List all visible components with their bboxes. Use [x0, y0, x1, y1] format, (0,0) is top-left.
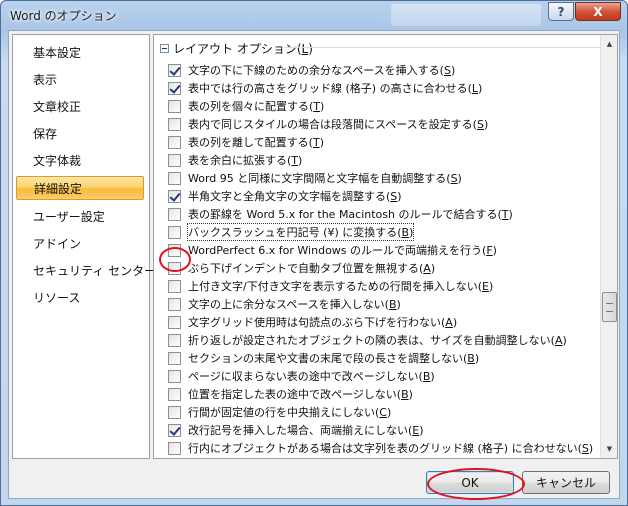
- background-window-glimpse: [391, 4, 541, 26]
- checkbox[interactable]: [168, 99, 181, 113]
- option-row[interactable]: 半角文字と全角文字の文字幅を調整する(S): [168, 187, 402, 205]
- checkbox-checked[interactable]: [168, 423, 181, 437]
- option-row[interactable]: 文字グリッド使用時は句読点のぶら下げを行わない(A): [168, 313, 457, 331]
- option-label: セクションの末尾や文書の末尾で段の長さを調整しない(B): [188, 352, 480, 365]
- checkbox[interactable]: [168, 441, 181, 455]
- checkbox[interactable]: [168, 369, 181, 383]
- options-panel: レイアウト オプション(L) 文字の下に下線のための余分なスペースを挿入する(S…: [153, 34, 618, 459]
- checkbox[interactable]: [168, 351, 181, 365]
- section-header-layout[interactable]: レイアウト オプション(L): [160, 39, 313, 57]
- checkbox[interactable]: [168, 207, 181, 221]
- option-label: ぶら下げインデントで自動タブ位置を無視する(A): [188, 262, 436, 275]
- vertical-scrollbar[interactable]: ▲ ▼: [600, 35, 617, 458]
- option-row[interactable]: 表の列を離して配置する(T): [168, 133, 324, 151]
- checkbox[interactable]: [168, 279, 181, 293]
- scroll-thumb[interactable]: [602, 292, 617, 322]
- annotation-circle-ok: [427, 468, 525, 500]
- option-row[interactable]: ぶら下げインデントで自動タブ位置を無視する(A): [168, 259, 435, 277]
- option-row[interactable]: 表の罫線を Word 5.x for the Macintosh のルールで結合…: [168, 205, 513, 223]
- option-label: 改行記号を挿入した場合、両端揃えにしない(E): [188, 424, 424, 437]
- option-row[interactable]: 文字の上に余分なスペースを挿入しない(B): [168, 295, 401, 313]
- option-row[interactable]: 折り返しが設定されたオブジェクトの隣の表は、サイズを自動調整しない(A): [168, 331, 567, 349]
- option-row[interactable]: 上付き文字/下付き文字を表示するための行間を挿入しない(E): [168, 277, 493, 295]
- option-label: 半角文字と全角文字の文字幅を調整する(S): [188, 190, 402, 203]
- option-label: 表を余白に拡張する(T): [188, 154, 303, 167]
- option-label: WordPerfect 6.x for Windows のルールで両端揃えを行う…: [188, 244, 497, 257]
- checkbox[interactable]: [168, 225, 181, 239]
- title-bar[interactable]: Word のオプション ? X: [1, 1, 627, 29]
- option-label: 位置を指定した表の途中で改ページしない(B): [188, 388, 413, 401]
- option-label: 表の列を個々に配置する(T): [188, 100, 325, 113]
- checkbox[interactable]: [168, 387, 181, 401]
- nav-item-typography[interactable]: 文字体裁: [17, 149, 143, 173]
- checkbox[interactable]: [168, 405, 181, 419]
- option-row[interactable]: 行間が固定値の行を中央揃えにしない(C): [168, 403, 391, 421]
- nav-item-addins[interactable]: アドイン: [17, 232, 143, 256]
- dialog-body: 基本設定 表示 文章校正 保存 文字体裁 詳細設定 ユーザー設定 アドイン セキ…: [8, 30, 620, 500]
- option-row[interactable]: 行内にオブジェクトがある場合は文字列を表のグリッド線 (格子) に合わせない(S…: [168, 439, 593, 457]
- nav-item-display[interactable]: 表示: [17, 68, 143, 92]
- option-label: 行内にオブジェクトがある場合は文字列を表のグリッド線 (格子) に合わせない(S…: [188, 442, 594, 455]
- option-row[interactable]: 表中では行の高さをグリッド線 (格子) の高さに合わせる(L): [168, 79, 482, 97]
- nav-item-trust-center[interactable]: セキュリティ センター: [17, 259, 156, 283]
- option-label: 文字の上に余分なスペースを挿入しない(B): [188, 298, 401, 311]
- annotation-circle-checkbox: [159, 247, 191, 272]
- nav-item-resources[interactable]: リソース: [17, 286, 143, 310]
- checkbox[interactable]: [168, 153, 181, 167]
- option-row[interactable]: WordPerfect 6.x for Windows のルールで両端揃えを行う…: [168, 241, 497, 259]
- option-row[interactable]: 表の列を個々に配置する(T): [168, 97, 324, 115]
- nav-item-proofing[interactable]: 文章校正: [17, 95, 143, 119]
- option-label: 折り返しが設定されたオブジェクトの隣の表は、サイズを自動調整しない(A): [188, 334, 567, 347]
- checkbox-checked[interactable]: [168, 81, 181, 95]
- option-row[interactable]: セクションの末尾や文書の末尾で段の長さを調整しない(B): [168, 349, 479, 367]
- checkbox[interactable]: [168, 315, 181, 329]
- option-row[interactable]: 改行記号を挿入した場合、両端揃えにしない(E): [168, 421, 424, 439]
- checkbox[interactable]: [168, 297, 181, 311]
- checkbox-checked[interactable]: [168, 63, 181, 77]
- category-nav: 基本設定 表示 文章校正 保存 文字体裁 詳細設定 ユーザー設定 アドイン セキ…: [12, 34, 156, 459]
- option-label: 表中では行の高さをグリッド線 (格子) の高さに合わせる(L): [188, 82, 483, 95]
- option-label: 表の列を離して配置する(T): [188, 136, 324, 149]
- collapse-icon[interactable]: [160, 43, 169, 53]
- scroll-down-icon[interactable]: ▼: [602, 441, 617, 457]
- option-row[interactable]: 表を余白に拡張する(T): [168, 151, 302, 169]
- cancel-button[interactable]: キャンセル: [522, 471, 610, 494]
- nav-item-basic[interactable]: 基本設定: [17, 41, 143, 65]
- option-label: 文字の下に下線のための余分なスペースを挿入する(S): [188, 64, 456, 77]
- option-label: 文字グリッド使用時は句読点のぶら下げを行わない(A): [188, 316, 458, 329]
- option-label: 表の罫線を Word 5.x for the Macintosh のルールで結合…: [188, 208, 513, 221]
- help-button[interactable]: ?: [548, 2, 574, 21]
- option-row[interactable]: ページに収まらない表の途中で改ページしない(B): [168, 367, 435, 385]
- scroll-up-icon[interactable]: ▲: [602, 36, 617, 52]
- window-title: Word のオプション: [10, 9, 117, 23]
- option-label: 行間が固定値の行を中央揃えにしない(C): [188, 406, 392, 419]
- nav-item-advanced[interactable]: 詳細設定: [16, 176, 144, 200]
- checkbox-checked[interactable]: [168, 189, 181, 203]
- checkbox[interactable]: [168, 333, 181, 347]
- section-title: レイアウト オプション(L): [173, 41, 313, 56]
- option-label: 上付き文字/下付き文字を表示するための行間を挿入しない(E): [188, 280, 494, 293]
- option-row[interactable]: 位置を指定した表の途中で改ページしない(B): [168, 385, 413, 403]
- nav-item-save[interactable]: 保存: [17, 122, 143, 146]
- option-label: Word 95 と同様に文字間隔と文字幅を自動調整する(S): [188, 172, 462, 185]
- option-row[interactable]: バックスラッシュを円記号 (¥) に変換する(B): [168, 223, 415, 241]
- checkbox[interactable]: [168, 135, 181, 149]
- section-divider: [284, 47, 604, 48]
- options-dialog: Word のオプション ? X 基本設定 表示 文章校正 保存 文字体裁 詳細設…: [0, 0, 628, 506]
- option-label: ページに収まらない表の途中で改ページしない(B): [188, 370, 435, 383]
- option-label: バックスラッシュを円記号 (¥) に変換する(B): [186, 223, 415, 241]
- checkbox[interactable]: [168, 117, 181, 131]
- option-label: 表内で同じスタイルの場合は段落間にスペースを設定する(S): [188, 118, 489, 131]
- nav-item-customize[interactable]: ユーザー設定: [17, 205, 143, 229]
- close-button[interactable]: X: [575, 2, 621, 21]
- option-row[interactable]: 文字の下に下線のための余分なスペースを挿入する(S): [168, 61, 455, 79]
- option-row[interactable]: Word 95 と同様に文字間隔と文字幅を自動調整する(S): [168, 169, 462, 187]
- option-row[interactable]: 表内で同じスタイルの場合は段落間にスペースを設定する(S): [168, 115, 488, 133]
- checkbox[interactable]: [168, 171, 181, 185]
